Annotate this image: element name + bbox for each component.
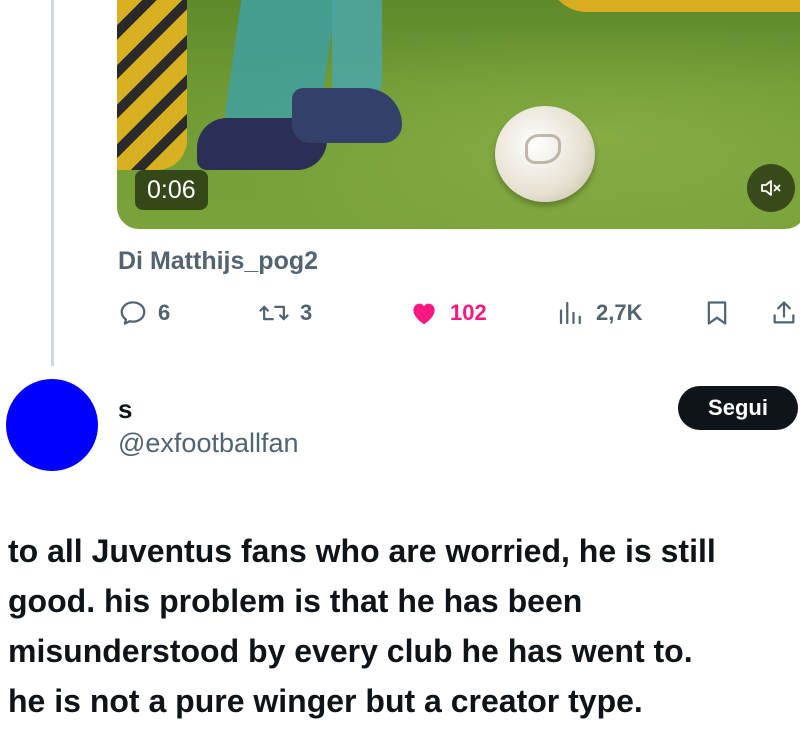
video-source-attribution[interactable]: Di Matthijs_pog2 [118, 247, 318, 276]
share-icon [773, 301, 795, 324]
bookmark-icon [707, 301, 727, 325]
repost-button[interactable]: 3 [258, 293, 312, 333]
views-icon [559, 301, 581, 325]
repost-count: 3 [300, 300, 313, 325]
follow-button[interactable]: Segui [678, 386, 798, 430]
reply-count: 6 [158, 300, 171, 325]
share-button[interactable] [770, 293, 798, 333]
tweet-text: to all Juventus fans who are worried, he… [8, 526, 798, 726]
video-frame-ad-board [547, 0, 800, 12]
tweet-action-bar: 6 3 102 2,7K [118, 293, 800, 333]
video-frame-ball [495, 106, 595, 202]
video-timestamp: 0:06 [135, 170, 208, 210]
tweet-text-line: he is not a pure winger but a creator ty… [8, 683, 643, 719]
like-count: 102 [450, 300, 487, 325]
video-frame-pitch [117, 0, 800, 229]
volume-muted-icon [761, 180, 781, 196]
video-player[interactable]: 0:06 [117, 0, 800, 229]
views-button[interactable]: 2,7K [556, 293, 642, 333]
video-frame-leg [332, 0, 382, 100]
author-handle[interactable]: @exfootballfan [118, 428, 299, 459]
video-frame-boot [292, 88, 402, 143]
avatar[interactable] [6, 379, 98, 471]
repost-icon [259, 305, 289, 321]
bookmark-button[interactable] [703, 293, 731, 333]
tweet-text-line: to all Juventus fans who are worried, he… [8, 533, 716, 569]
tweet-text-line: misunderstood by every club he has went … [8, 633, 693, 669]
video-frame-player [117, 0, 187, 170]
mute-button[interactable] [747, 164, 795, 212]
tweet-text-line: good. his problem is that he has been [8, 583, 583, 619]
like-button[interactable]: 102 [408, 293, 487, 333]
views-count: 2,7K [596, 300, 643, 325]
author-name[interactable]: s [118, 394, 132, 425]
reply-button[interactable]: 6 [118, 293, 170, 333]
reply-icon [120, 301, 146, 325]
thread-connector-line [51, 0, 54, 366]
heart-icon [413, 303, 435, 325]
